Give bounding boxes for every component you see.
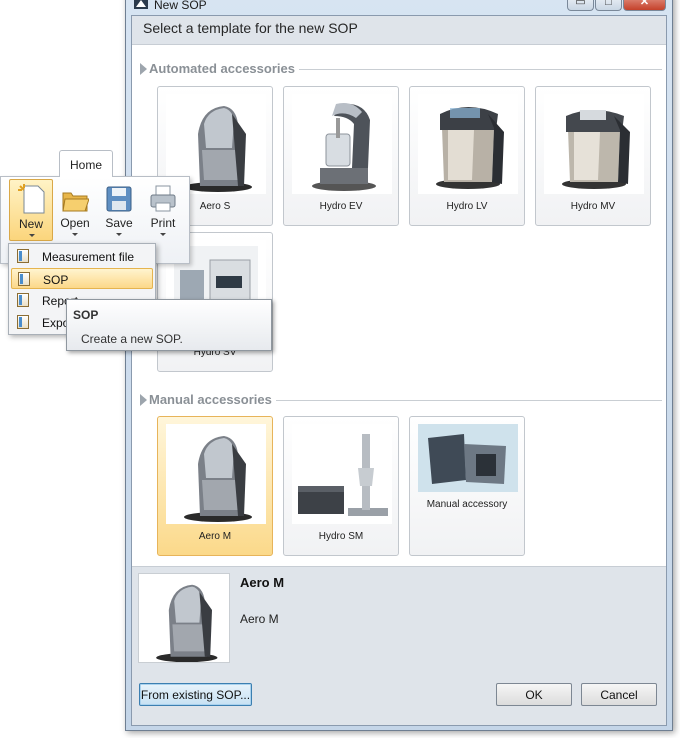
document-icon [17, 315, 29, 329]
template-tile-hydro-ev[interactable]: Hydro EV [283, 86, 399, 226]
tooltip-title: SOP [73, 308, 99, 322]
selection-preview-panel: Aero M Aero M From existing SOP... OK Ca… [132, 566, 666, 725]
group-header-manual[interactable]: Manual accessories [140, 392, 662, 408]
tile-label: Aero M [198, 531, 232, 542]
dropdown-arrow-icon [116, 233, 122, 236]
template-tile-manual-accessory[interactable]: Manual accessory [409, 416, 525, 556]
tile-label: Hydro LV [446, 201, 488, 212]
close-button[interactable]: ✕ [623, 0, 666, 11]
ribbon-open-button[interactable]: Open [53, 179, 97, 241]
dialog-header: Select a template for the new SOP [132, 16, 666, 45]
dropdown-arrow-icon [72, 233, 78, 236]
aero-m-image [166, 424, 266, 524]
manual-accessory-image [418, 424, 518, 492]
tab-home-label: Home [70, 158, 103, 172]
group-title: Automated accessories [149, 61, 299, 76]
tile-label: Hydro EV [319, 201, 363, 212]
template-tile-hydro-sm[interactable]: Hydro SM [283, 416, 399, 556]
group-header-automated[interactable]: Automated accessories [140, 61, 662, 77]
tile-label: Hydro MV [570, 201, 616, 212]
tooltip-body: Create a new SOP. [81, 332, 183, 346]
preview-name: Aero M [240, 575, 285, 590]
ribbon-new-button[interactable]: New [9, 179, 53, 241]
template-tile-hydro-lv[interactable]: Hydro LV [409, 86, 525, 226]
hydro-lv-image [418, 94, 518, 194]
printer-icon [150, 185, 176, 212]
expand-arrow-icon [140, 394, 147, 406]
ribbon-print-button[interactable]: Print [141, 179, 185, 241]
menu-item-label: Measurement file [42, 250, 135, 264]
document-icon [17, 249, 29, 263]
ok-button[interactable]: OK [496, 683, 572, 706]
ribbon-button-label: Print [150, 216, 176, 230]
save-disk-icon [106, 186, 132, 212]
new-sop-dialog: New SOP ▭ □ ✕ Select a template for the … [125, 0, 673, 731]
dropdown-arrow-icon [29, 234, 35, 237]
maximize-button[interactable]: □ [595, 0, 622, 11]
hydro-mv-image [544, 94, 644, 194]
from-existing-sop-button[interactable]: From existing SOP... [139, 683, 252, 706]
preview-image [138, 573, 230, 663]
hydro-sm-image [292, 424, 392, 524]
title-bar[interactable]: New SOP ▭ □ ✕ [126, 0, 672, 13]
document-icon [17, 293, 29, 307]
app-icon [134, 0, 148, 9]
header-instruction: Select a template for the new SOP [143, 20, 358, 36]
open-folder-icon [62, 192, 89, 212]
ribbon-button-label: Open [60, 216, 90, 230]
minimize-button[interactable]: ▭ [567, 0, 594, 11]
tile-label: Hydro SM [318, 531, 364, 542]
sop-tooltip: SOP Create a new SOP. [66, 299, 272, 351]
hydro-ev-image [292, 94, 392, 194]
window-title: New SOP [154, 0, 207, 12]
cancel-button[interactable]: Cancel [581, 683, 657, 706]
menu-item-label: SOP [43, 273, 69, 287]
ribbon-save-button[interactable]: Save [97, 179, 141, 241]
tile-label: Manual accessory [426, 499, 508, 510]
preview-description: Aero M [240, 612, 279, 626]
ribbon-button-label: Save [105, 216, 133, 230]
document-icon [18, 272, 30, 286]
new-document-icon [18, 184, 45, 214]
expand-arrow-icon [140, 63, 147, 75]
ribbon-button-label: New [18, 217, 43, 231]
menu-item-measurement-file[interactable]: Measurement file [11, 246, 153, 267]
menu-item-sop[interactable]: SOP [11, 268, 153, 289]
group-title: Manual accessories [149, 392, 276, 407]
dialog-client-area: Select a template for the new SOP Automa… [131, 15, 667, 726]
template-tile-hydro-mv[interactable]: Hydro MV [535, 86, 651, 226]
dropdown-arrow-icon [160, 233, 166, 236]
template-tile-aero-m[interactable]: Aero M [157, 416, 273, 556]
tab-home[interactable]: Home [59, 150, 113, 177]
